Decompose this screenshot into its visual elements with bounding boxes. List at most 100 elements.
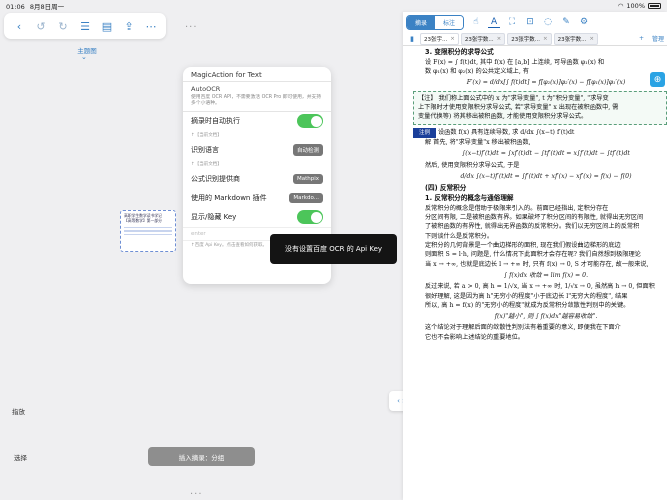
text-line: 分区间有限, 二是被积函数有界。如果破坏了积分区间的有限性, 就得出无穷区间 [425, 214, 644, 222]
text-line: 这个结论对于理解后面的敛散性判别法有着重要的意义, 即便我在下面介 [425, 324, 621, 332]
show-key-toggle[interactable] [297, 210, 323, 225]
zoom-button[interactable]: 指放 [12, 406, 25, 416]
manage-link[interactable]: 管理 [652, 34, 664, 43]
reader-toolbar: 摘录 标注 ☝ A ⛶ ⊡ ◌ ✎ ⚙ [403, 12, 667, 32]
battery-percent: 100% [626, 2, 645, 10]
node-subtitle: 【高等数学】第一部分 [124, 217, 162, 223]
share-icon[interactable]: ⇪ [122, 19, 136, 33]
outline-icon[interactable]: ▤ [100, 19, 114, 33]
floating-action-icon[interactable]: ⊕ [650, 72, 665, 87]
multitask-handle[interactable]: ··· [185, 22, 198, 33]
formula-hint: ↑【当前文档】 [191, 161, 222, 167]
markdown-plugin-label: 使用的 Markdown 插件 [191, 194, 267, 203]
tab-annotate[interactable]: 标注 [435, 15, 464, 29]
section-heading: 3. 变限积分的求导公式 [425, 48, 494, 56]
recognition-lang-button[interactable]: 自动检测 [292, 144, 323, 157]
crop-icon[interactable]: ⊡ [524, 17, 536, 27]
list-icon[interactable]: ☰ [78, 19, 92, 33]
text-select-icon[interactable]: A [488, 17, 501, 28]
text-line: 数 φ₁(x) 和 φ₂(x) 的公共定义域上, 有 [425, 68, 529, 76]
back-icon[interactable]: ‹ [12, 19, 26, 33]
error-toast: 没有设置百度 OCR 的 Api Key [270, 234, 397, 264]
more-icon[interactable]: ⋯ [144, 19, 158, 33]
lang-hint: ↑【当前文档】 [191, 132, 222, 138]
close-icon[interactable]: × [497, 36, 502, 42]
recognition-lang-row: 识别语言 自动检测 [183, 141, 331, 160]
text-line: 当 x → +∞, 也就是底边长 l → +∞ 时, 只有 f(x) → 0, … [425, 260, 649, 268]
undo-icon[interactable]: ↺ [34, 19, 48, 33]
status-date: 8月8日周一 [29, 3, 65, 11]
pen-icon[interactable]: ✎ [560, 17, 572, 27]
panel-title: MagicAction for Text [191, 71, 262, 79]
markdown-plugin-row: 使用的 Markdown 插件 Markdo... [183, 189, 331, 208]
chevron-down-icon[interactable]: ⌄ [81, 53, 87, 61]
node-text-lines [124, 226, 172, 236]
doc-tab[interactable]: 23张宇数... × [507, 32, 552, 45]
formula-provider-row: 公式识别提供商 Mathpix [183, 170, 331, 189]
hand-icon[interactable]: ☝ [470, 17, 482, 27]
redo-icon[interactable]: ↻ [56, 19, 70, 33]
doc-tab-label: 23张宇数... [557, 36, 587, 43]
text-line: 【注】 我们称上面公式中的 x 为"求导变量", t 为"积分变量", "求导变 [418, 94, 609, 102]
mindmap-node[interactable]: 高职学生数学读书学记 【高等数学】第一部分 [120, 210, 176, 252]
text-line: 下则谈什么是反常积分。 [425, 232, 494, 240]
equation: ∫ f(x)dx 收敛 ⇒ lim f(x) = 0. [503, 271, 589, 279]
ocr-section: AutoOCR 使用百度 OCR API，不需要激活 OCR Pro 即可使用，… [183, 82, 331, 111]
auto-exec-row: 摘录时自动执行 [183, 112, 331, 131]
text-line: 然后, 使用变限积分求导公式, 于是 [425, 161, 520, 169]
text-line: 它也不会影响上述结论的重要地位。 [425, 333, 524, 341]
text-line: 反过来说, 若 a > 0, 高 h = 1/√x, 当 x → +∞ 时, 1… [425, 283, 655, 291]
equation: F′(x) = d/dx[∫ f(t)dt] = f[φ₂(x)]φ₂′(x) … [466, 79, 626, 87]
text-line: 所以, 高 h = f(x) 的"无穷小的程度"就成为反常积分敛散性判别中的关键… [425, 301, 630, 309]
example-tag: 注例 [413, 127, 437, 138]
markdown-plugin-button[interactable]: Markdo... [289, 193, 323, 204]
close-icon[interactable]: × [589, 36, 594, 42]
pdf-page[interactable]: 3. 变限积分的求导公式 设 F(x) = ∫ f(t)dt, 其中 f(x) … [403, 46, 667, 500]
section-heading: 1. 反常积分的概念与通俗理解 [425, 194, 514, 202]
doc-tab-label: 23张宇数... [464, 36, 494, 43]
text-line: 设函数 f(x) 具有连续导数, 求 d/dx ∫(x−t) f′(t)dt [437, 128, 575, 136]
rect-select-icon[interactable]: ⛶ [506, 17, 518, 27]
settings-icon[interactable]: ⚙ [578, 17, 590, 27]
mindmap-topic-label[interactable]: 主题图 [70, 45, 104, 55]
lasso-icon[interactable]: ◌ [542, 17, 554, 27]
show-key-row: 显示/隐藏 Key [183, 208, 331, 227]
show-key-label: 显示/隐藏 Key [191, 213, 237, 222]
auto-exec-toggle[interactable] [297, 114, 323, 129]
bookmark-icon[interactable]: ▮ [406, 35, 418, 43]
close-icon[interactable]: × [543, 36, 548, 42]
recognition-lang-label: 识别语言 [191, 146, 219, 155]
document-tabs: ▮ 23张宇... × 23张宇数... × 23张宇数... × 23张宇数... ×… [403, 32, 667, 46]
status-time: 01:06 [6, 3, 25, 11]
select-button[interactable]: 选择 [14, 452, 27, 462]
text-line: 则面积 S = l·h, 问题是, 什么情况下此面积才会存在呢? 我们自然想到极… [425, 251, 641, 259]
text-line: 定积分的几何背景是一个曲边梯形的面积, 现在我们假设曲边梯形的底边 [425, 242, 621, 250]
insert-excerpt-button[interactable]: 插入摘录：分组 [148, 447, 255, 466]
text-line: 解 首先, 将"求导变量"x 移出被积函数, [425, 138, 531, 146]
doc-tab-label: 23张宇... [424, 36, 448, 43]
text-line: 变量代换等) 将其移出被积函数, 才能使用变限积分求导公式。 [418, 113, 588, 121]
doc-tab[interactable]: 23张宇数... × [460, 32, 506, 45]
wifi-icon: ◠ [617, 2, 624, 10]
text-line: 设 F(x) = ∫ f(t)dt, 其中 f(x) 在 [a,b] 上连续, … [425, 58, 605, 66]
ocr-description: 使用百度 OCR API，不需要激活 OCR Pro 即可使用，并支持多个小语种… [191, 95, 322, 107]
section-heading: (四) 反常积分 [425, 184, 467, 193]
bottom-handle[interactable]: ··· [190, 489, 203, 500]
pdf-reader: 摘录 标注 ☝ A ⛶ ⊡ ◌ ✎ ⚙ ▮ 23张宇... × 23张宇数... ×… [403, 12, 667, 500]
equation: d/dx ∫(x−t)f′(t)dt = ∫f′(t)dt + xf′(x) −… [460, 172, 632, 180]
tab-excerpt[interactable]: 摘录 [407, 15, 436, 29]
mindmap-toolbar: ‹ ↺ ↻ ☰ ▤ ⇪ ⋯ [4, 13, 166, 39]
formula-provider-label: 公式识别提供商 [191, 175, 240, 184]
status-bar: 01:06 8月8日周一 ◠ 100% [0, 0, 667, 12]
note-box: 【注】 我们称上面公式中的 x 为"求导变量", t 为"积分变量", "求导变… [413, 90, 667, 125]
doc-tab[interactable]: 23张宇... × [420, 32, 459, 45]
doc-tab[interactable]: 23张宇数... × [553, 32, 598, 45]
text-line: 很好理解, 这是因为高 h"无穷小的程度"小于底边长 l"无穷大的程度", 结果 [425, 292, 628, 300]
text-line: 反常积分的概念是借助于极限来引入的。前面已经指出, 定积分存在 [425, 204, 609, 212]
doc-tab-label: 23张宇数... [511, 36, 540, 43]
close-icon[interactable]: × [450, 36, 455, 42]
text-line: 上下限时才使用变限积分求导公式, 若"求导变量" x 出现在被积函数中, 需 [418, 104, 619, 112]
formula-provider-button[interactable]: Mathpix [292, 174, 323, 185]
add-tab-icon[interactable]: + [639, 35, 644, 42]
ocr-title: AutoOCR [191, 85, 221, 93]
